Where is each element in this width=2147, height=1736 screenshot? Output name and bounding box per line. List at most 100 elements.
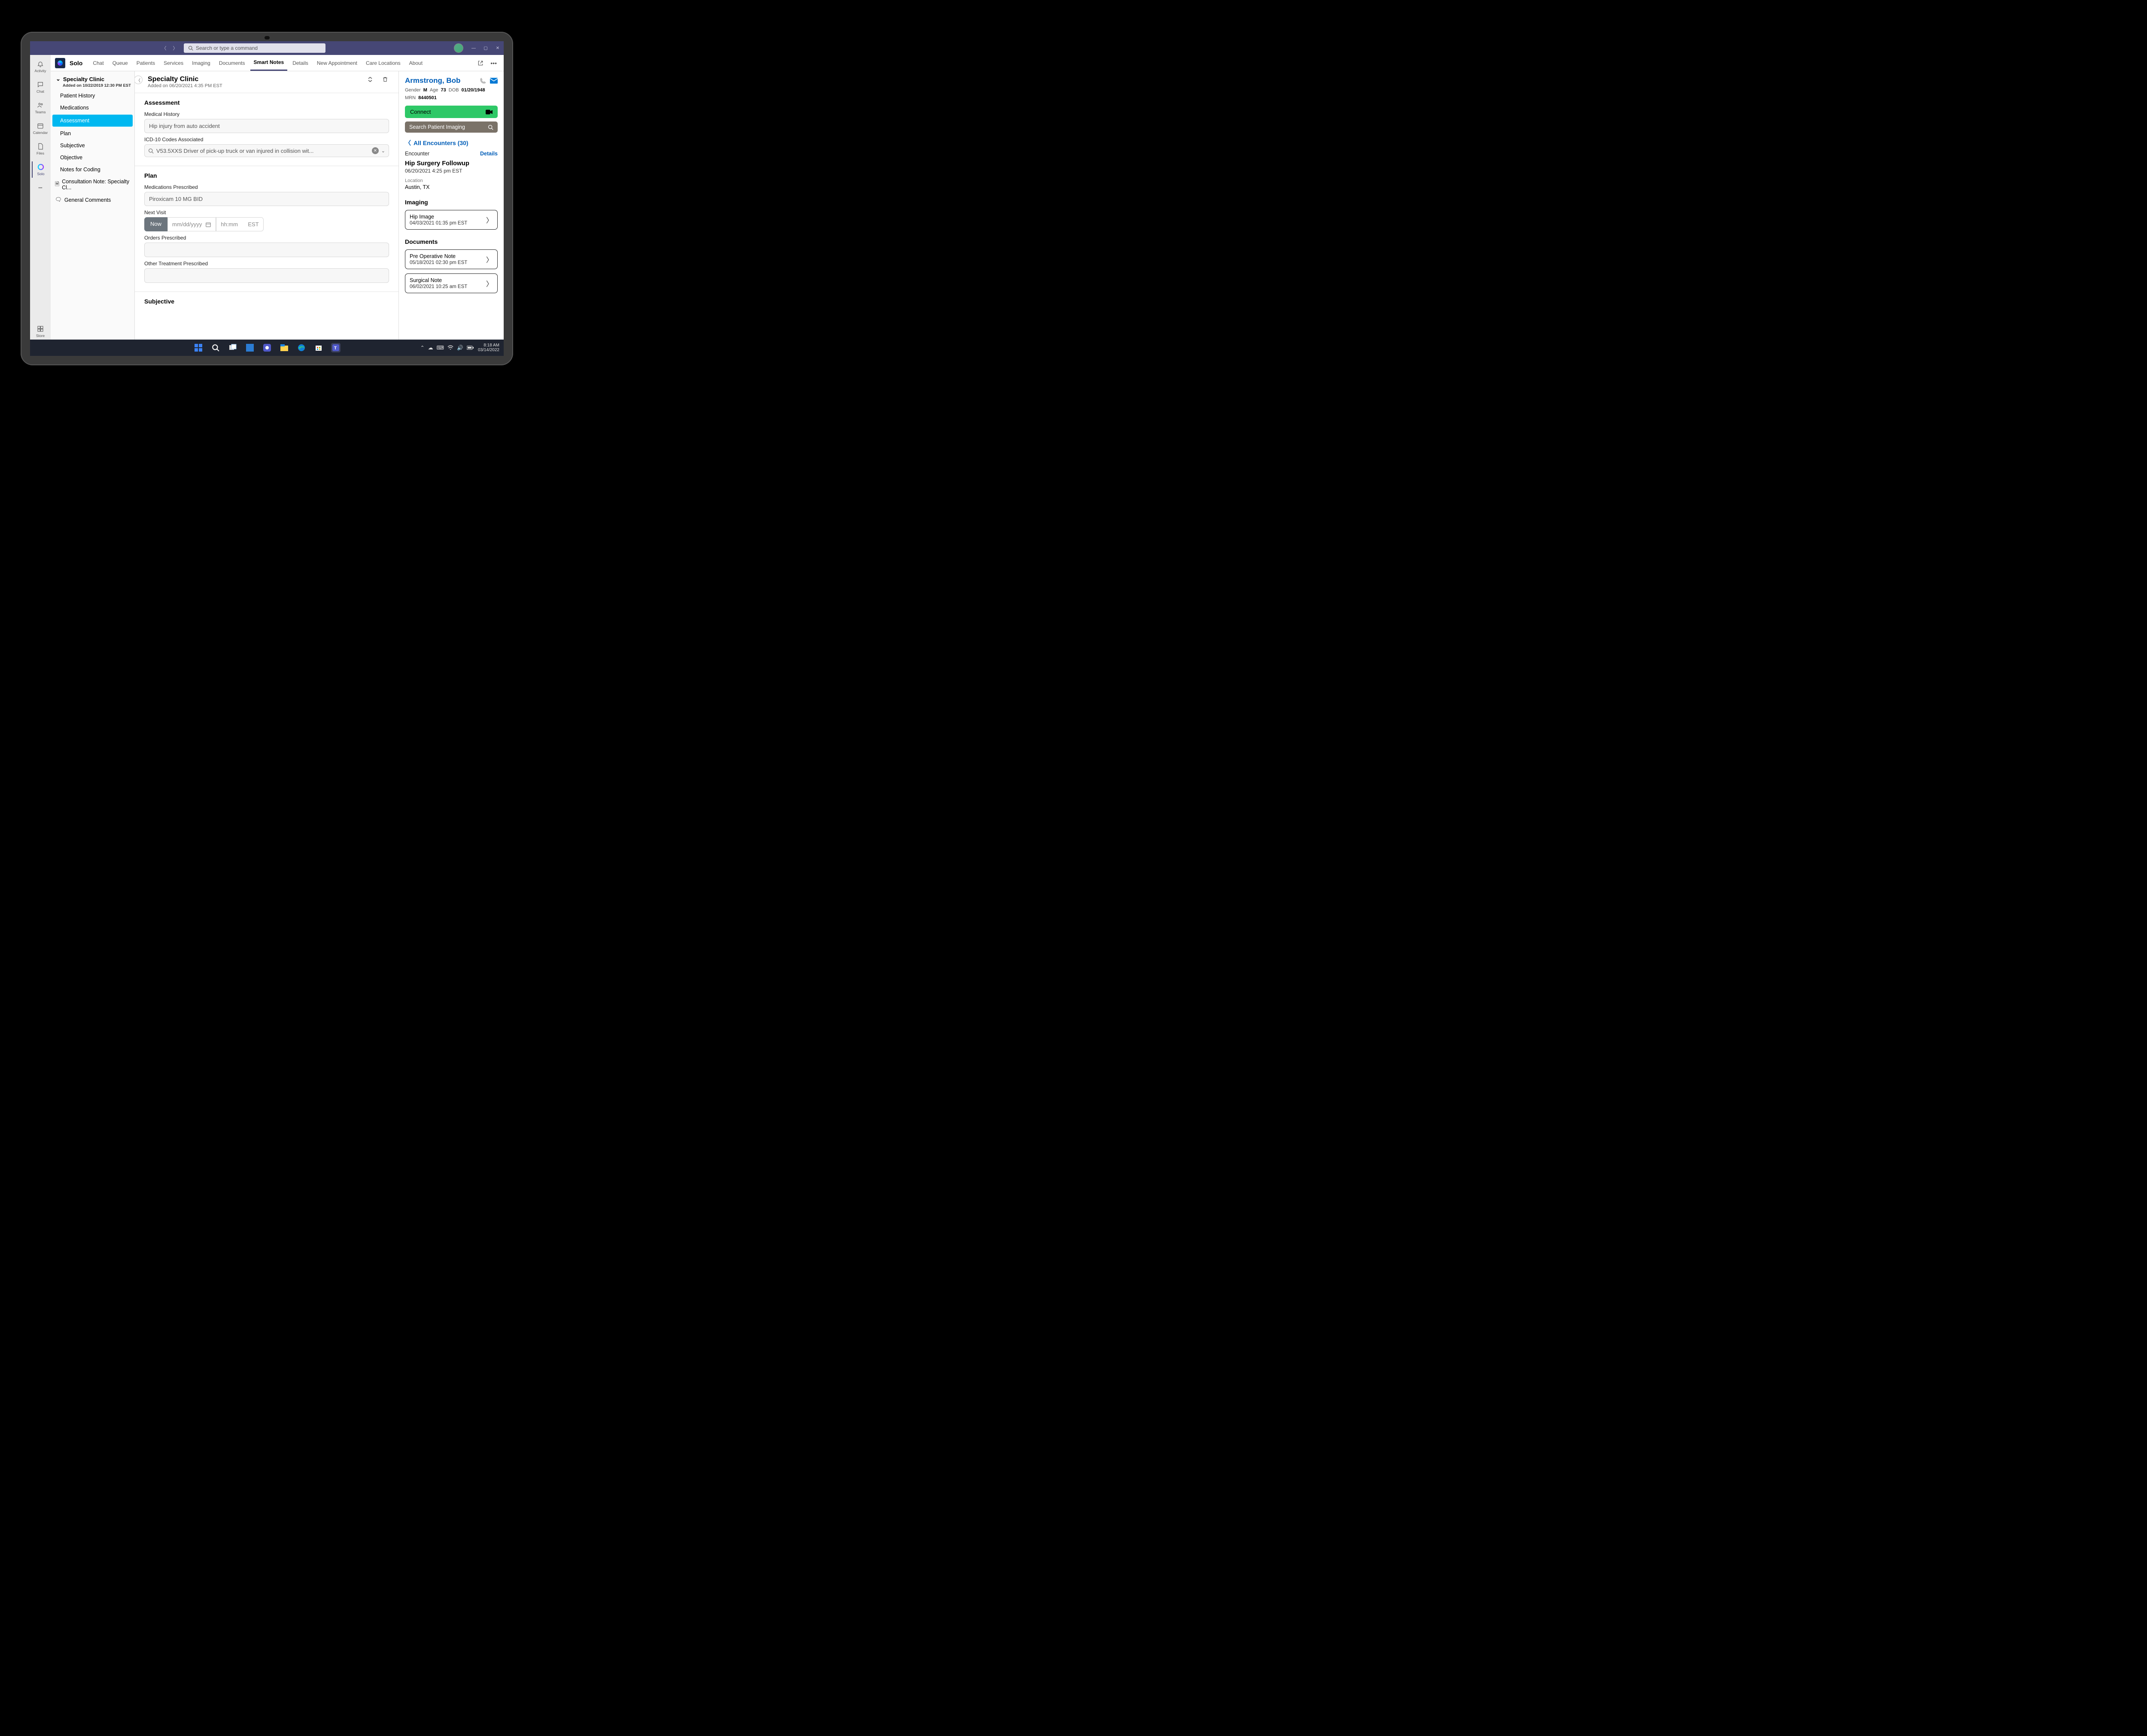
sidebar-item-plan[interactable]: Plan: [51, 127, 134, 140]
document-card-surgical[interactable]: Surgical Note 06/02/2021 10:25 am EST 〉: [405, 273, 498, 293]
task-view-button[interactable]: [228, 343, 237, 352]
tray-wifi-icon[interactable]: [447, 345, 453, 350]
chevron-left-icon: 〈: [405, 139, 411, 147]
start-button[interactable]: [194, 343, 203, 352]
note-subtitle: Added on 06/20/2021 4:35 PM EST: [148, 83, 361, 88]
medical-history-input[interactable]: [144, 119, 389, 133]
window-minimize-button[interactable]: —: [468, 41, 480, 55]
chevron-down-icon[interactable]: ⌄: [381, 148, 385, 154]
document-card-preop[interactable]: Pre Operative Note 05/18/2021 02:30 pm E…: [405, 249, 498, 269]
note-editor: 〈 Specialty Clinic Added on 06/20/2021 4…: [135, 71, 399, 340]
sidebar-item-assessment[interactable]: Assessment: [52, 115, 133, 127]
tab-smart-notes[interactable]: Smart Notes: [250, 55, 288, 71]
search-patient-imaging[interactable]: Search Patient Imaging: [405, 121, 498, 133]
icd-value: V53.5XXS Driver of pick-up truck or van …: [156, 148, 369, 154]
imaging-card-hip[interactable]: Hip Image 04/03/2021 01:35 pm EST 〉: [405, 210, 498, 230]
encounter-details-link[interactable]: Details: [480, 151, 498, 157]
icd-clear-button[interactable]: ✕: [372, 147, 379, 154]
location-value: Austin, TX: [405, 184, 498, 190]
taskbar-edge[interactable]: [297, 343, 306, 352]
other-treatment-input[interactable]: [144, 268, 389, 283]
icd-label: ICD-10 Codes Associated: [144, 137, 389, 143]
rail-chat[interactable]: Chat: [32, 79, 49, 95]
tab-documents[interactable]: Documents: [216, 55, 249, 71]
tab-chat[interactable]: Chat: [89, 55, 107, 71]
tray-keyboard-icon[interactable]: ⌨: [437, 345, 444, 351]
all-encounters-link[interactable]: 〈All Encounters (30): [405, 139, 498, 147]
sidebar-item-objective[interactable]: Objective: [51, 152, 134, 164]
tab-details[interactable]: Details: [289, 55, 312, 71]
next-visit-date-input[interactable]: mm/dd/yyyy: [167, 217, 216, 231]
rail-calendar[interactable]: Calendar: [32, 120, 49, 137]
tray-chevron-icon[interactable]: ⌃: [420, 345, 425, 351]
video-icon: [486, 109, 493, 115]
taskbar-app-1[interactable]: [245, 343, 255, 352]
phone-icon[interactable]: [480, 77, 487, 84]
search-icon: [188, 46, 193, 51]
tab-new-appointment[interactable]: New Appointment: [313, 55, 361, 71]
popout-button[interactable]: [475, 60, 486, 66]
plan-heading: Plan: [144, 172, 389, 179]
sidebar-item-notes-coding[interactable]: Notes for Coding: [51, 164, 134, 176]
taskbar-search-button[interactable]: [211, 343, 220, 352]
svg-text:T: T: [334, 346, 337, 351]
documents-heading: Documents: [405, 238, 498, 245]
icd-select[interactable]: V53.5XXS Driver of pick-up truck or van …: [144, 144, 389, 157]
notes-sidebar: ⌄ Specialty Clinic Added on 10/22/2019 1…: [51, 71, 135, 340]
rail-more[interactable]: •••: [32, 182, 49, 193]
assessment-heading: Assessment: [144, 99, 389, 106]
user-avatar[interactable]: [454, 43, 463, 53]
tray-volume-icon[interactable]: 🔊: [457, 345, 463, 351]
connect-button[interactable]: Connect: [405, 106, 498, 118]
collapse-section-button[interactable]: [365, 76, 375, 83]
tray-battery-icon[interactable]: [467, 346, 474, 350]
file-icon: [36, 143, 44, 150]
patient-demographics: GenderM Age73 DOB01/20/1948 MRN8440501: [405, 88, 498, 100]
tab-imaging[interactable]: Imaging: [189, 55, 214, 71]
now-button[interactable]: Now: [144, 217, 167, 231]
tab-care-locations[interactable]: Care Locations: [362, 55, 404, 71]
calendar-icon: [205, 222, 211, 228]
sidebar-doc-comments[interactable]: 🗨General Comments: [51, 194, 134, 206]
solo-app-icon: [37, 163, 45, 171]
next-visit-time-input[interactable]: hh:mm EST: [216, 217, 263, 231]
taskbar-teams-active[interactable]: T: [331, 343, 341, 352]
taskbar-explorer[interactable]: [280, 343, 289, 352]
rail-teams[interactable]: Teams: [32, 100, 49, 116]
patient-name[interactable]: Armstrong, Bob: [405, 76, 476, 85]
chevron-right-icon: 〉: [486, 215, 493, 225]
encounter-title: Hip Surgery Followup: [405, 160, 498, 167]
sidebar-item-medications[interactable]: Medications: [51, 102, 134, 114]
encounter-label: Encounter: [405, 151, 429, 157]
tab-services[interactable]: Services: [160, 55, 187, 71]
nav-forward-button[interactable]: 〉: [170, 43, 180, 53]
sidebar-item-patient-history[interactable]: Patient History: [51, 90, 134, 102]
rail-solo[interactable]: Solo: [32, 161, 49, 178]
tab-patients[interactable]: Patients: [133, 55, 158, 71]
taskbar-store[interactable]: [314, 343, 323, 352]
nav-back-button[interactable]: 〈: [159, 43, 169, 53]
rail-activity[interactable]: Activity: [32, 58, 49, 75]
app-name: Solo: [70, 60, 82, 67]
tab-queue[interactable]: Queue: [109, 55, 131, 71]
global-search[interactable]: Search or type a command: [184, 43, 325, 53]
sidebar-doc-consultation[interactable]: 🗎Consultation Note: Specialty Cl...: [51, 176, 134, 194]
orders-input[interactable]: [144, 243, 389, 257]
mail-icon[interactable]: [490, 78, 498, 84]
tab-more-button[interactable]: •••: [488, 60, 499, 67]
rail-files[interactable]: Files: [32, 141, 49, 157]
window-maximize-button[interactable]: ▢: [480, 41, 492, 55]
taskbar-app-2[interactable]: [262, 343, 272, 352]
rail-store[interactable]: Store: [32, 323, 49, 340]
meds-prescribed-input[interactable]: [144, 192, 389, 206]
window-close-button[interactable]: ✕: [492, 41, 504, 55]
sidebar-item-subjective[interactable]: Subjective: [51, 140, 134, 152]
tray-cloud-icon[interactable]: ☁: [428, 345, 433, 351]
solo-logo-icon: [55, 58, 65, 68]
tab-about[interactable]: About: [406, 55, 426, 71]
taskbar-clock[interactable]: 8:18 AM 03/14/2022: [478, 343, 499, 352]
imaging-heading: Imaging: [405, 199, 498, 206]
windows-taskbar: T ⌃ ☁ ⌨ 🔊 8:18 AM 03/14/2022: [30, 340, 504, 356]
more-icon: •••: [36, 184, 44, 191]
delete-note-button[interactable]: [380, 76, 391, 83]
